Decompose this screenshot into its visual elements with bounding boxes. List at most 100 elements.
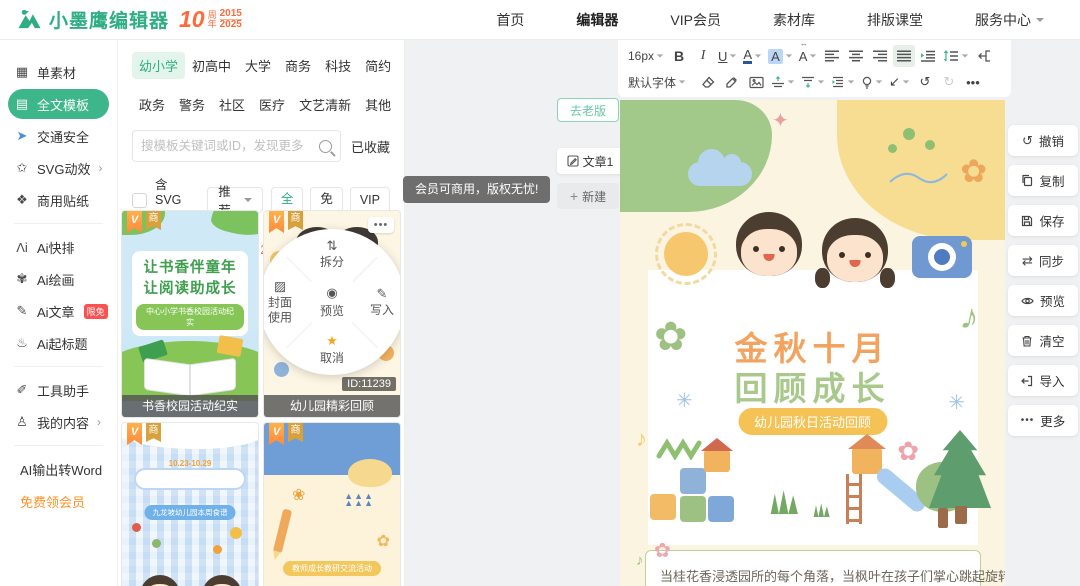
sidebar-item-single-asset[interactable]: ▦单素材 — [8, 57, 109, 87]
category-tab[interactable]: 文艺清新 — [292, 91, 358, 118]
svg-effect-checkbox[interactable] — [132, 193, 147, 208]
highlight-color-dropdown[interactable]: A — [766, 45, 795, 67]
category-tab[interactable]: 幼小学 — [132, 52, 185, 79]
category-tab[interactable]: 科技 — [318, 52, 358, 79]
align-right-button[interactable] — [869, 45, 891, 67]
star-icon: ✩ — [14, 160, 30, 176]
sidebar-item-traffic-safety[interactable]: ➤交通安全 — [8, 121, 109, 151]
preview-action-button[interactable]: 预览 — [1008, 285, 1078, 316]
clear-action-button[interactable]: 清空 — [1008, 325, 1078, 356]
bold-button[interactable]: B — [668, 45, 690, 67]
align-center-button[interactable] — [845, 45, 867, 67]
sync-action-button[interactable]: ⇄同步 — [1008, 245, 1078, 276]
more-action-button[interactable]: •••更多 — [1008, 405, 1078, 436]
redo-button[interactable]: ↻ — [938, 71, 960, 93]
article-tab[interactable]: 文章1 — [557, 148, 623, 174]
copy-icon — [1021, 174, 1033, 187]
align-left-button[interactable] — [821, 45, 843, 67]
font-family-dropdown[interactable]: 默认字体 — [626, 71, 688, 93]
card-more-button[interactable]: ••• — [368, 217, 394, 233]
search-input[interactable] — [141, 139, 319, 153]
toolbar-row-1: 16px B I U A A ↔A — [626, 43, 1003, 69]
card-date: 10.23-10.29 — [122, 459, 258, 468]
menu-write-in-button[interactable]: ✎写入 — [370, 286, 394, 318]
align-justify-button[interactable] — [893, 45, 915, 67]
poster-subtitle-pill[interactable]: 幼儿园秋日活动回顾 — [738, 408, 887, 435]
dot-decoration — [274, 362, 289, 377]
music-note-icon: ♪ — [636, 552, 644, 569]
favorites-link[interactable]: 已收藏 — [351, 137, 390, 156]
chevron-down-icon — [810, 54, 816, 57]
search-icon[interactable] — [319, 140, 332, 153]
go-old-version-button[interactable]: 去老版 — [557, 98, 619, 122]
sidebar-item-ai-to-word[interactable]: AI输出转Word — [8, 454, 109, 484]
nav-item[interactable]: 排版课堂 — [867, 10, 923, 30]
font-color-dropdown[interactable]: A — [741, 45, 764, 67]
toolbar-more-button[interactable]: ••• — [962, 71, 984, 93]
margin-bottom-dropdown[interactable] — [799, 71, 827, 93]
category-tab[interactable]: 政务 — [132, 91, 172, 118]
category-tab[interactable]: 医疗 — [252, 91, 292, 118]
nav-item[interactable]: 素材库 — [773, 10, 815, 30]
template-card-teaching[interactable]: V 商 ▲▲▲▲▲▲ ❀ ✿ 教师成长教研交流活动 — [263, 422, 401, 586]
template-card-kindergarten[interactable]: V 商 ••• ⇅拆分 ▨封面使用 ✎写入 — [263, 210, 401, 418]
menu-cover-use-button[interactable]: ▨封面使用 — [268, 278, 292, 325]
sidebar-item-stickers[interactable]: ❖商用贴纸 — [8, 185, 109, 215]
editor-canvas[interactable]: ✦ ✿ 金秋十月 回顾成长 幼儿园秋日活动回顾 ✿ ✳ — [620, 100, 1005, 586]
nav-item[interactable]: 编辑器 — [576, 10, 618, 30]
category-tab[interactable]: 警务 — [172, 91, 212, 118]
underline-dropdown[interactable]: U — [716, 45, 739, 67]
divider — [14, 223, 103, 224]
clear-format-button[interactable] — [697, 71, 719, 93]
import-action-button[interactable]: 导入 — [1008, 365, 1078, 396]
menu-split-button[interactable]: ⇅拆分 — [320, 238, 344, 270]
format-painter-button[interactable] — [721, 71, 743, 93]
smart-tools-dropdown[interactable] — [859, 71, 885, 93]
category-tabs-row2: 政务警务社区医疗文艺清新其他 — [132, 91, 390, 118]
category-tab[interactable]: 简约 — [358, 52, 398, 79]
italic-button[interactable]: I — [692, 45, 714, 67]
girl-decoration — [138, 575, 182, 586]
sidebar-item-tools[interactable]: ✐工具助手 — [8, 375, 109, 405]
card-caption: 书香校园活动纪实 — [122, 395, 258, 417]
poster-body-text[interactable]: 当桂花香浸透园所的每个角落，当枫叶在孩子们掌心跳起旋转 — [660, 566, 975, 585]
letter-spacing-dropdown[interactable]: ↔A — [797, 45, 820, 67]
category-tabs-row1: 幼小学初高中大学商务科技简约 — [132, 52, 390, 79]
menu-preview-button[interactable]: ◉预览 — [303, 273, 361, 331]
sidebar-item-full-templates[interactable]: ▤全文模板 — [8, 89, 109, 119]
category-tab[interactable]: 初高中 — [185, 52, 238, 79]
app-logo[interactable]: 小墨鹰编辑器 — [16, 6, 169, 33]
font-size-dropdown[interactable]: 16px — [626, 45, 666, 67]
sidebar-item-ai-layout[interactable]: ΛiAi快排 — [8, 232, 109, 262]
nav-item[interactable]: 首页 — [496, 10, 524, 30]
nav-item[interactable]: 服务中心 — [975, 10, 1044, 30]
sidebar-item-free-vip[interactable]: 免费领会员 — [8, 486, 109, 516]
insert-image-button[interactable] — [745, 71, 767, 93]
template-card-reading[interactable]: V 商 让书香伴童年 让阅读助成长 中心小学书香校园活动纪实 — [121, 210, 259, 418]
template-card-menu[interactable]: V 商 10.23-10.29 九龙坡幼儿园本周食谱 — [121, 422, 259, 586]
new-article-button[interactable]: + 新建 — [557, 183, 619, 209]
sidebar-item-ai-article[interactable]: ✎Ai文章限免 — [8, 296, 109, 326]
insert-position-dropdown[interactable]: ↙ — [887, 71, 912, 93]
sidebar-item-svg-effects[interactable]: ✩SVG动效› — [8, 153, 109, 183]
indent-button[interactable] — [917, 45, 939, 67]
orange-flower-icon: ✿ — [960, 152, 987, 190]
undo-button[interactable]: ↺ — [914, 71, 936, 93]
margin-top-dropdown[interactable] — [769, 71, 797, 93]
save-action-button[interactable]: 保存 — [1008, 205, 1078, 236]
sidebar-item-my-content[interactable]: ♙我的内容› — [8, 407, 109, 437]
undo-action-button[interactable]: ↺撤销 — [1008, 125, 1078, 156]
sidebar-item-ai-title[interactable]: ♨Ai起标题 — [8, 328, 109, 358]
margin-collapse-button[interactable] — [973, 45, 995, 67]
copy-action-button[interactable]: 复制 — [1008, 165, 1078, 196]
sidebar-item-ai-paint[interactable]: ✾Ai绘画 — [8, 264, 109, 294]
category-tab[interactable]: 大学 — [238, 52, 278, 79]
category-tab[interactable]: 社区 — [212, 91, 252, 118]
category-tab[interactable]: 其他 — [358, 91, 398, 118]
paragraph-spacing-dropdown[interactable] — [829, 71, 857, 93]
line-height-dropdown[interactable] — [941, 45, 971, 67]
pencil-decoration — [273, 509, 292, 554]
category-tab[interactable]: 商务 — [278, 52, 318, 79]
nav-item[interactable]: VIP会员 — [670, 10, 721, 30]
menu-cancel-button[interactable]: ★取消 — [320, 333, 344, 365]
